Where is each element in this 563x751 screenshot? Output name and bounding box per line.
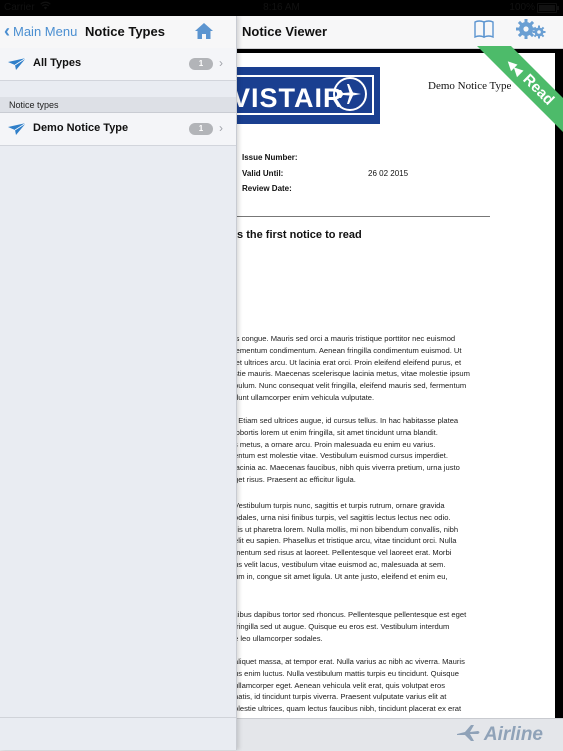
- book-icon[interactable]: [474, 20, 494, 43]
- count-badge: 1: [189, 123, 213, 135]
- text-line: llis ut pharetra lorem. Nulla mollis, mi…: [234, 524, 459, 534]
- paper-plane-icon: [7, 57, 27, 76]
- text-line: dunt ullamcorper enim vehicula vulputate…: [234, 392, 375, 402]
- count-badge: 1: [189, 58, 213, 70]
- battery-fill: [539, 5, 555, 11]
- text-line: lacinia ac. Maecenas faucibus, nibh quis…: [234, 463, 460, 473]
- battery-icon: [537, 3, 559, 13]
- paragraph-4: cibus dapibus tortor sed rhoncus. Pellen…: [234, 609, 555, 644]
- battery-percent: 100%: [509, 2, 535, 13]
- text-line: get risus. Praesent ac efficitur ligula.: [234, 474, 356, 484]
- text-line: aliquet massa, at tempor erat. Nulla var…: [234, 657, 465, 666]
- valid-until-value: 26 02 2015: [368, 169, 409, 178]
- paragraph-5: aliquet massa, at tempor erat. Nulla var…: [234, 656, 555, 715]
- chevron-right-icon: ›: [219, 56, 223, 70]
- text-line: bulum. Nunc consequat velit fringilla, e…: [234, 381, 467, 391]
- panel-footer: [0, 717, 236, 750]
- read-ribbon[interactable]: ◀◀Read: [470, 46, 563, 139]
- text-line: us velit lacus, vestibulum vitae euismod…: [234, 559, 446, 569]
- paper-plane-icon: [7, 122, 27, 141]
- panel-title: Notice Types: [85, 24, 165, 39]
- text-line: entum est molestie vitae. Vestibulum eui…: [234, 451, 448, 461]
- back-button[interactable]: ‹ Main Menu: [4, 21, 78, 41]
- text-line: ullamcorper eget. Aenean vehicula velit …: [234, 680, 446, 690]
- text-line: cibus dapibus tortor sed rhoncus. Pellen…: [234, 610, 467, 619]
- chevron-right-icon: ›: [219, 121, 223, 135]
- airline-brand-text: Airline: [483, 724, 543, 745]
- text-line: fringilla sed ut augue. Quisque eu eros …: [234, 621, 450, 631]
- double-chevron-icon: ◀◀: [503, 57, 525, 78]
- text-line: odales, urna nisi finibus turpis, vel sa…: [234, 512, 451, 522]
- text-line: elit eu sapien. Phasellus et tristique a…: [234, 536, 457, 546]
- text-line: us enim luctus. Nulla vestibulum mattis …: [234, 668, 459, 678]
- airline-plane-icon: [455, 724, 481, 747]
- read-ribbon-band: ◀◀Read: [472, 46, 563, 139]
- text-line: . Etiam sed ultrices augue, id cursus te…: [234, 416, 459, 425]
- panel-nav-bar: ‹ Main Menu Notice Types: [0, 16, 236, 49]
- status-bar: Carrier 8:16 AM 100%: [0, 0, 563, 16]
- viewer-title: Notice Viewer: [242, 24, 328, 39]
- text-line: let ultrices arcu. Ut lacinia erat orci.…: [234, 357, 462, 367]
- text-line: natis, id tincidunt turpis viverra. Prae…: [234, 692, 447, 702]
- section-header: Notice types: [0, 97, 236, 113]
- text-line: is congue. Mauris sed orci a mauris tris…: [234, 334, 456, 343]
- logo-plane-icon: [332, 76, 368, 117]
- text-line: Vestibulum turpis nunc, sagittis et turp…: [234, 501, 445, 510]
- text-line: stie mauris. Maecenas scelerisque lacini…: [234, 369, 470, 379]
- chevron-left-icon: ‹: [4, 21, 10, 41]
- paragraph-1: is congue. Mauris sed orci a mauris tris…: [234, 333, 555, 404]
- text-line: um in, congue sit amet ligula. Ut ante j…: [234, 571, 448, 581]
- paragraph-2: . Etiam sed ultrices augue, id cursus te…: [234, 415, 555, 486]
- row-label: Demo Notice Type: [33, 122, 129, 134]
- issue-number-label: Issue Number:: [242, 153, 298, 162]
- row-demo-notice-type[interactable]: Demo Notice Type 1 ›: [0, 113, 236, 146]
- text-line: s metus, a ornare arcu. Proin malesuada …: [234, 439, 436, 449]
- text-line: mentum sed risus at laoreet. Pellentesqu…: [234, 548, 452, 558]
- settings-gears-icon[interactable]: [515, 18, 547, 45]
- notice-types-panel: ‹ Main Menu Notice Types All Types 1 › N…: [0, 16, 237, 750]
- text-line: e leo ullamcorper sodales.: [234, 633, 323, 643]
- valid-until-label: Valid Until:: [242, 169, 284, 178]
- notice-heading: is the first notice to read: [234, 229, 362, 241]
- text-line: lementum condimentum. Aenean fringilla c…: [234, 345, 462, 355]
- paragraph-3: Vestibulum turpis nunc, sagittis et turp…: [234, 500, 555, 583]
- home-icon[interactable]: [194, 22, 214, 45]
- divider: [230, 216, 490, 217]
- logo-text: VISTAIR: [232, 83, 344, 113]
- airline-brand: Airline: [455, 724, 543, 746]
- clock: 8:16 AM: [263, 2, 300, 13]
- back-button-label: Main Menu: [13, 24, 78, 39]
- read-ribbon-label: Read: [519, 70, 558, 109]
- text-line: lobortis lorem ut enim fringilla, sit am…: [234, 427, 438, 437]
- review-date-label: Review Date:: [242, 184, 292, 193]
- row-all-types[interactable]: All Types 1 ›: [0, 48, 236, 81]
- text-line: olestie ultrices, quam lectus faucibus n…: [234, 704, 462, 714]
- row-label: All Types: [33, 57, 82, 69]
